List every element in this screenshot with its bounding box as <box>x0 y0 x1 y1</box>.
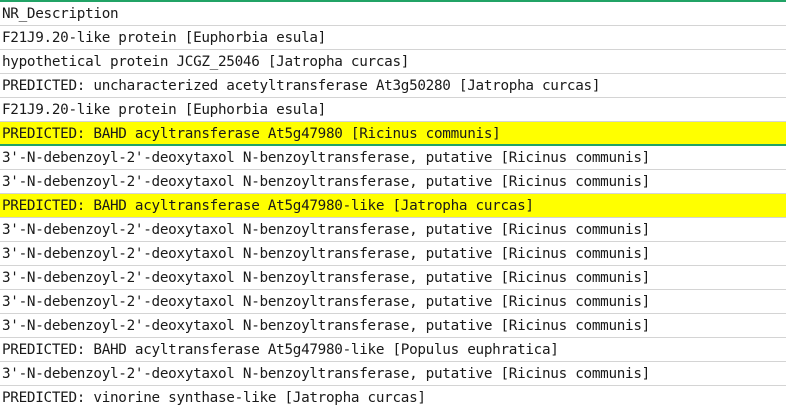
table-cell[interactable]: F21J9.20-like protein [Euphorbia esula] <box>0 98 786 122</box>
table-cell[interactable]: 3'-N-debenzoyl-2'-deoxytaxol N-benzoyltr… <box>0 170 786 194</box>
column-header-cell[interactable]: NR_Description <box>0 2 786 26</box>
table-cell[interactable]: PREDICTED: vinorine synthase-like [Jatro… <box>0 386 786 405</box>
table-cell[interactable]: 3'-N-debenzoyl-2'-deoxytaxol N-benzoyltr… <box>0 290 786 314</box>
table-cell[interactable]: 3'-N-debenzoyl-2'-deoxytaxol N-benzoyltr… <box>0 146 786 170</box>
table-cell[interactable]: PREDICTED: uncharacterized acetyltransfe… <box>0 74 786 98</box>
spreadsheet-column: NR_Description F21J9.20-like protein [Eu… <box>0 0 786 405</box>
table-cell[interactable]: 3'-N-debenzoyl-2'-deoxytaxol N-benzoyltr… <box>0 314 786 338</box>
table-cell[interactable]: PREDICTED: BAHD acyltransferase At5g4798… <box>0 338 786 362</box>
selected-highlighted-cell[interactable]: PREDICTED: BAHD acyltransferase At5g4798… <box>0 122 786 146</box>
table-cell[interactable]: 3'-N-debenzoyl-2'-deoxytaxol N-benzoyltr… <box>0 266 786 290</box>
table-cell[interactable]: F21J9.20-like protein [Euphorbia esula] <box>0 26 786 50</box>
table-cell[interactable]: hypothetical protein JCGZ_25046 [Jatroph… <box>0 50 786 74</box>
table-cell[interactable]: 3'-N-debenzoyl-2'-deoxytaxol N-benzoyltr… <box>0 362 786 386</box>
table-cell[interactable]: 3'-N-debenzoyl-2'-deoxytaxol N-benzoyltr… <box>0 218 786 242</box>
highlighted-cell[interactable]: PREDICTED: BAHD acyltransferase At5g4798… <box>0 194 786 218</box>
table-cell[interactable]: 3'-N-debenzoyl-2'-deoxytaxol N-benzoyltr… <box>0 242 786 266</box>
